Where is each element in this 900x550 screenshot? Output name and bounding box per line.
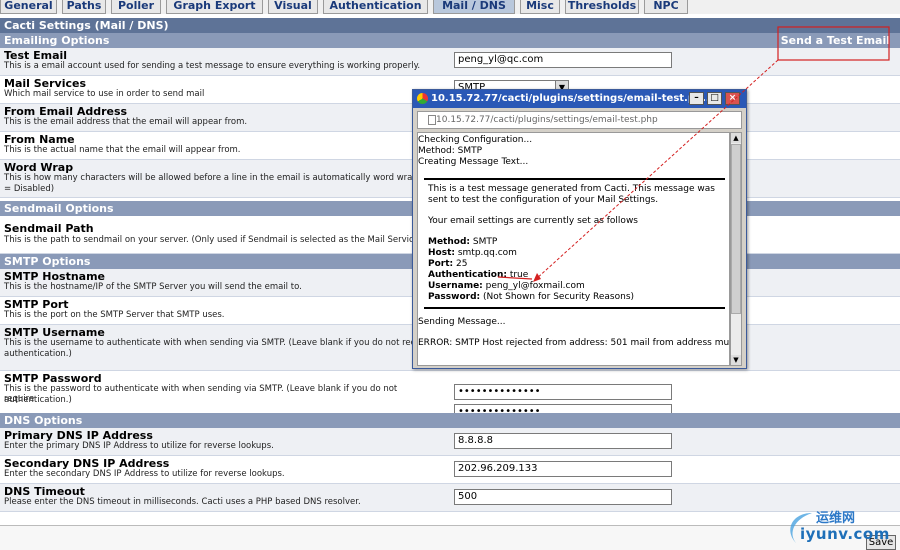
scroll-thumb[interactable]: [731, 144, 741, 314]
settings-intro: Your email settings are currently set as…: [428, 216, 638, 226]
popup-scrollbar[interactable]: ▲ ▼: [730, 132, 742, 366]
popup-content: Checking Configuration... Method: SMTP C…: [417, 132, 730, 366]
minimize-button[interactable]: –: [689, 92, 704, 105]
field-row-test-email: Test Email This is a email account used …: [0, 48, 900, 76]
tab-authentication[interactable]: Authentication: [323, 0, 428, 14]
setting-line: Password: (Not Shown for Security Reason…: [428, 292, 635, 302]
field-description-cont: authentication.): [4, 349, 72, 359]
smtp-password-input[interactable]: ••••••••••••••: [454, 384, 672, 400]
tab-visual[interactable]: Visual: [268, 0, 318, 14]
send-test-email-link[interactable]: Send a Test Email: [781, 33, 890, 48]
tab-general[interactable]: General: [0, 0, 57, 14]
section-title: Emailing Options: [4, 34, 110, 47]
secondary-dns-input[interactable]: 202.96.209.133: [454, 461, 672, 477]
field-description: This is the port on the SMTP Server that…: [4, 310, 225, 320]
scroll-up-icon[interactable]: ▲: [731, 133, 741, 143]
tab-bar: General Paths Poller Graph Export Visual…: [0, 0, 900, 14]
field-description-cont: authentication.): [4, 395, 72, 405]
setting-line: Username: peng_yl@foxmail.com: [428, 281, 585, 291]
setting-line: Host: smtp.qq.com: [428, 248, 517, 258]
tab-misc[interactable]: Misc: [520, 0, 560, 14]
field-row-dns-timeout: DNS Timeout Please enter the DNS timeout…: [0, 484, 900, 512]
tab-mail-dns[interactable]: Mail / DNS: [433, 0, 515, 14]
field-description: This is a email account used for sending…: [4, 61, 421, 71]
test-message-box: This is a test message generated from Ca…: [424, 178, 725, 309]
setting-line: Authentication: true: [428, 270, 529, 280]
scroll-down-icon[interactable]: ▼: [731, 355, 741, 365]
field-description: Enter the primary DNS IP Address to util…: [4, 441, 274, 451]
popup-title: 10.15.72.77/cacti/plugins/settings/email…: [431, 93, 714, 104]
watermark-cn: 运维网: [816, 511, 856, 526]
field-row-primary-dns: Primary DNS IP Address Enter the primary…: [0, 428, 900, 456]
popup-url: 10.15.72.77/cacti/plugins/settings/email…: [436, 115, 658, 125]
close-button[interactable]: ×: [725, 92, 740, 105]
section-dns-options: DNS Options: [0, 413, 900, 428]
field-description: Please enter the DNS timeout in millisec…: [4, 497, 361, 507]
field-description-cont: = Disabled): [4, 184, 55, 194]
watermark-logo: 运维网 iyunv.com: [782, 505, 889, 550]
tab-paths[interactable]: Paths: [62, 0, 106, 14]
bottom-bar: Save: [0, 525, 900, 550]
log-line: Creating Message Text...: [418, 157, 529, 167]
dns-timeout-input[interactable]: 500: [454, 489, 672, 505]
field-description: Which mail service to use in order to se…: [4, 89, 205, 99]
page-title: Cacti Settings (Mail / DNS): [0, 18, 900, 33]
setting-line: Port: 25: [428, 259, 468, 269]
setting-line: Method: SMTP: [428, 237, 498, 247]
page-icon: [428, 115, 436, 125]
maximize-button[interactable]: □: [707, 92, 722, 105]
primary-dns-input[interactable]: 8.8.8.8: [454, 433, 672, 449]
message-text: This is a test message generated from Ca…: [428, 184, 715, 205]
field-row-secondary-dns: Secondary DNS IP Address Enter the secon…: [0, 456, 900, 484]
log-line: Checking Configuration...: [418, 135, 533, 145]
field-description: This is the path to sendmail on your ser…: [4, 235, 423, 245]
field-label: Sendmail Path: [4, 222, 94, 235]
tab-npc[interactable]: NPC: [644, 0, 688, 14]
field-description: This is the actual name that the email w…: [4, 145, 241, 155]
tab-poller[interactable]: Poller: [111, 0, 161, 14]
browser-favicon-icon: [417, 93, 428, 104]
email-test-popup-window[interactable]: 10.15.72.77/cacti/plugins/settings/email…: [412, 89, 747, 369]
error-line: ERROR: SMTP Host rejected from address: …: [418, 338, 730, 348]
tab-graph-export[interactable]: Graph Export: [166, 0, 263, 14]
tab-thresholds[interactable]: Thresholds: [565, 0, 639, 14]
popup-address-bar[interactable]: 10.15.72.77/cacti/plugins/settings/email…: [417, 111, 742, 129]
watermark-en: iyunv.com: [800, 525, 890, 543]
field-description: This is the username to authenticate wit…: [4, 338, 416, 348]
field-description: This is how many characters will be allo…: [4, 173, 418, 183]
sending-line: Sending Message...: [418, 317, 506, 327]
log-line: Method: SMTP: [418, 146, 483, 156]
field-description: This is the hostname/IP of the SMTP Serv…: [4, 282, 302, 292]
section-emailing-options: Emailing Options Send a Test Email: [0, 33, 900, 48]
settings-list: Method: SMTP Host: smtp.qq.com Port: 25 …: [428, 237, 721, 303]
field-description: Enter the secondary DNS IP Address to ut…: [4, 469, 285, 479]
field-description: This is the email address that the email…: [4, 117, 248, 127]
test-email-input[interactable]: peng_yl@qc.com: [454, 52, 672, 68]
